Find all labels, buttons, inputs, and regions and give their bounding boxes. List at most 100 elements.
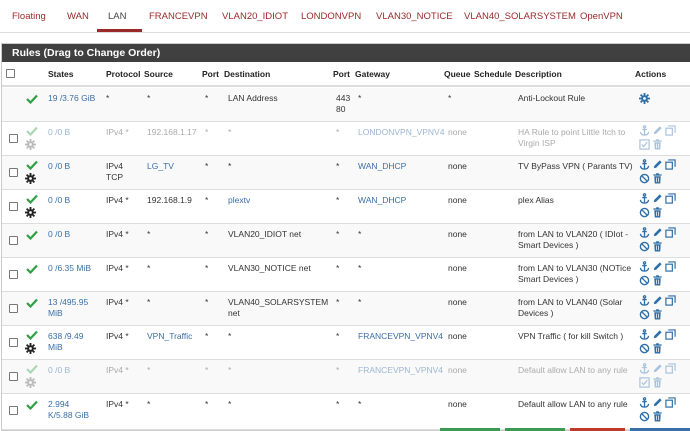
anchor-icon[interactable] [639,397,650,408]
states-value[interactable]: MiB [48,342,63,353]
col-description[interactable]: Description [515,69,562,79]
delete-trash-icon[interactable] [652,411,663,422]
row-select-checkbox[interactable] [9,236,18,245]
table-header: States Protocol Source Port Destination … [2,63,690,87]
copy-icon[interactable] [665,329,676,340]
anti-lockout-gear-icon[interactable] [639,93,650,104]
delete-trash-icon[interactable] [652,207,663,218]
copy-icon[interactable] [665,227,676,238]
delete-trash-icon[interactable] [652,377,663,388]
col-protocol[interactable]: Protocol [106,69,140,79]
row-select-checkbox[interactable] [9,202,18,211]
tab-vlan30_notice[interactable]: VLAN30_NOTICE [376,11,453,22]
anchor-icon[interactable] [639,329,650,340]
edit-pencil-icon[interactable] [652,295,663,306]
row-select-checkbox[interactable] [9,168,18,177]
source-value[interactable]: LG_TV [147,161,174,172]
col-queue[interactable]: Queue [444,69,470,79]
source-port-value: * [205,161,209,171]
row-select-checkbox[interactable] [9,134,18,143]
anchor-icon[interactable] [639,125,650,136]
edit-pencil-icon[interactable] [652,193,663,204]
col-port[interactable]: Port [202,69,219,79]
states-value[interactable]: MiB [48,308,63,319]
disable-ban-icon[interactable] [639,173,650,184]
states-value[interactable]: 0 /0 B [48,161,70,172]
tab-wan[interactable]: WAN [67,11,89,22]
queue-value: none [448,195,467,205]
disable-ban-icon[interactable] [639,343,650,354]
states-value[interactable]: 0 /0 B [48,127,70,138]
states-value[interactable]: 13 /495.95 [48,297,88,308]
enable-icon[interactable] [639,139,650,150]
row-select-checkbox[interactable] [9,338,18,347]
col-states[interactable]: States [48,69,74,79]
states-value[interactable]: 0 /0 B [48,229,70,240]
anchor-icon[interactable] [639,363,650,374]
row-select-checkbox[interactable] [9,270,18,279]
delete-trash-icon[interactable] [652,343,663,354]
copy-icon[interactable] [665,261,676,272]
anchor-icon[interactable] [639,159,650,170]
states-value[interactable]: 0 /6.35 MiB [48,263,91,274]
copy-icon[interactable] [665,193,676,204]
tab-openvpn[interactable]: OpenVPN [580,11,623,22]
disable-ban-icon[interactable] [639,275,650,286]
col-source[interactable]: Source [144,69,173,79]
states-value[interactable]: 0 /0 B [48,365,70,376]
gateway-value[interactable]: WAN_DHCP [358,195,406,206]
anchor-icon[interactable] [639,193,650,204]
disable-ban-icon[interactable] [639,207,650,218]
source-port-value: * [205,399,209,409]
disable-ban-icon[interactable] [639,411,650,422]
edit-pencil-icon[interactable] [652,397,663,408]
delete-trash-icon[interactable] [652,139,663,150]
tab-vlan40_solarsystem[interactable]: VLAN40_SOLARSYSTEM [464,11,576,22]
anchor-icon[interactable] [639,227,650,238]
states-value[interactable]: K/5.88 GiB [48,410,89,421]
edit-pencil-icon[interactable] [652,125,663,136]
edit-pencil-icon[interactable] [652,363,663,374]
col-schedule[interactable]: Schedule [474,69,512,79]
enable-icon[interactable] [639,377,650,388]
copy-icon[interactable] [665,397,676,408]
copy-icon[interactable] [665,295,676,306]
col-destination[interactable]: Destination [224,69,270,79]
tab-londonvpn[interactable]: LONDONVPN [301,11,361,22]
col-dest-port[interactable]: Port [333,69,350,79]
disable-ban-icon[interactable] [639,241,650,252]
delete-trash-icon[interactable] [652,309,663,320]
tab-floating[interactable]: Floating [12,11,46,22]
copy-icon[interactable] [665,159,676,170]
row-select-checkbox[interactable] [9,304,18,313]
disable-ban-icon[interactable] [639,309,650,320]
states-value[interactable]: 19 /3.76 GiB [48,93,95,104]
states-value[interactable]: 2.994 [48,399,69,410]
row-select-checkbox[interactable] [9,406,18,415]
anchor-icon[interactable] [639,295,650,306]
gateway-value[interactable]: LONDONVPN_VPNV4 [358,127,444,138]
delete-trash-icon[interactable] [652,173,663,184]
select-all-checkbox[interactable] [6,69,15,78]
edit-pencil-icon[interactable] [652,159,663,170]
edit-pencil-icon[interactable] [652,261,663,272]
gateway-value[interactable]: FRANCEVPN_VPNV4 [358,331,443,342]
delete-trash-icon[interactable] [652,275,663,286]
row-select-checkbox[interactable] [9,372,18,381]
destination-value[interactable]: plextv [228,195,250,206]
states-value[interactable]: 0 /0 B [48,195,70,206]
edit-pencil-icon[interactable] [652,227,663,238]
source-value[interactable]: VPN_Traffic [147,331,192,342]
states-value[interactable]: 638 /9.49 [48,331,83,342]
copy-icon[interactable] [665,125,676,136]
delete-trash-icon[interactable] [652,241,663,252]
tab-vlan20_idiot[interactable]: VLAN20_IDIOT [222,11,288,22]
col-gateway[interactable]: Gateway [355,69,390,79]
copy-icon[interactable] [665,363,676,374]
anchor-icon[interactable] [639,261,650,272]
edit-pencil-icon[interactable] [652,329,663,340]
tab-lan[interactable]: LAN [108,11,126,22]
gateway-value[interactable]: WAN_DHCP [358,161,406,172]
gateway-value[interactable]: FRANCEVPN_VPNV4 [358,365,443,376]
tab-francevpn[interactable]: FRANCEVPN [149,11,208,22]
